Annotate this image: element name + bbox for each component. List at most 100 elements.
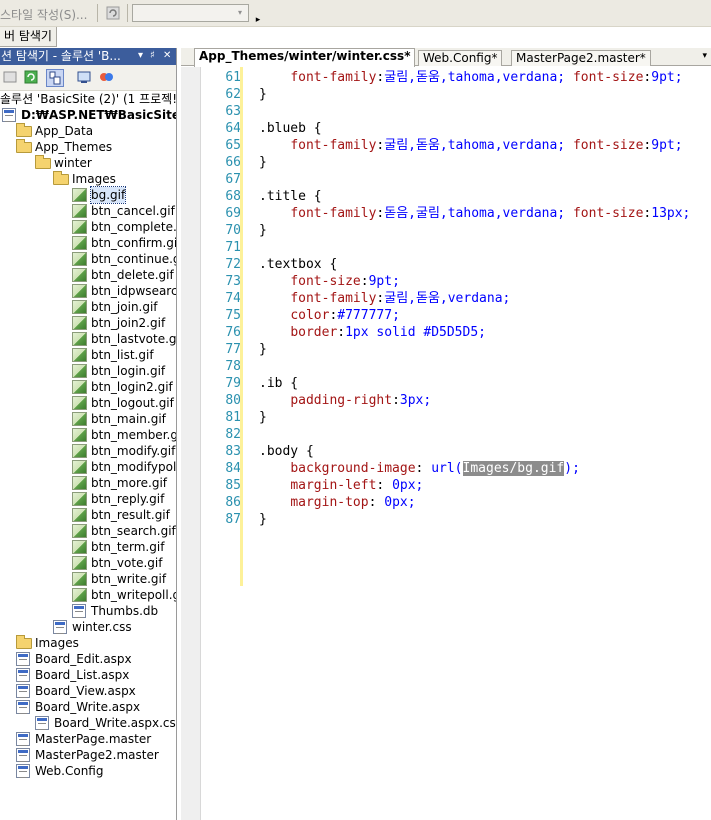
tree-item-label: App_Data [35,124,94,138]
copy-website-button[interactable] [76,69,94,87]
code-line[interactable]: } [259,222,267,239]
tab-web-config[interactable]: Web.Config* [418,50,503,66]
image-file-icon [72,252,88,266]
tree-item-label: bg.gif [89,186,127,204]
line-number: 68 [225,189,241,204]
line-number: 78 [225,359,241,374]
indicator-margin [181,67,201,820]
copy-website-icon [77,71,91,83]
line-number: 64 [225,121,241,136]
line-number: 87 [225,512,241,527]
image-file-icon [72,284,88,298]
code-line[interactable]: font-size:9pt; [259,273,400,290]
tree-item-label: btn_login2.gif [91,380,173,394]
cs-file-icon [35,716,51,730]
code-line[interactable]: font-family:돋음,굴림,tahoma,verdana; font-s… [259,205,690,222]
code-line[interactable]: .blueb { [259,120,322,137]
code-line[interactable]: font-family:굴림,돋움,verdana; [259,290,510,307]
line-number: 73 [225,274,241,289]
code-area[interactable]: font-family:굴림,돋움,tahoma,verdana; font-s… [259,67,711,820]
code-line[interactable]: .textbox { [259,256,337,273]
tree-item-label: btn_confirm.gif [91,236,177,250]
code-line[interactable]: } [259,511,267,528]
image-file-icon [72,188,88,202]
code-line[interactable]: } [259,409,267,426]
image-file-icon [72,492,88,506]
line-number: 66 [225,155,241,170]
show-all-files-button[interactable] [46,69,64,87]
code-line[interactable]: background-image: url(Images/bg.gif); [259,460,580,477]
solution-explorer-toolbar [0,65,176,91]
line-number: 61 [225,70,241,85]
code-line[interactable]: margin-left: 0px; [259,477,423,494]
toolbar-separator [97,4,98,22]
tree-item-label: winter.css [72,620,132,634]
tree-item-label: btn_join.gif [91,300,158,314]
code-line[interactable]: } [259,341,267,358]
code-line[interactable]: border:1px solid #D5D5D5; [259,324,486,341]
code-line[interactable]: } [259,86,267,103]
line-number: 80 [225,393,241,408]
refresh-icon [106,6,120,20]
tab-server-explorer[interactable]: 버 탐색기 [0,27,57,47]
toolbar-overflow-button[interactable]: ▸ [253,14,263,26]
folder-icon [16,123,32,138]
tree-item-label: Images [35,636,79,650]
tab-winter-css[interactable]: App_Themes/winter/winter.css* [194,48,416,67]
line-number: 74 [225,291,241,306]
image-file-icon [72,348,88,362]
image-file-icon [72,428,88,442]
tree-item-label: btn_main.gif [91,412,166,426]
pin-icon[interactable]: ♯ [150,48,155,64]
line-number: 84 [225,461,241,476]
close-icon[interactable]: ✕ [163,48,171,64]
image-file-icon [72,556,88,570]
tree-item-label: btn_cancel.gif [91,204,175,218]
chevron-down-icon[interactable]: ▾ [702,51,707,61]
style-builder-menu[interactable]: 스타일 작성(S)... [0,6,87,23]
line-number: 86 [225,495,241,510]
project-icon [2,108,18,122]
folder-icon [16,635,32,650]
line-number: 85 [225,478,241,493]
tree-item-label: btn_reply.gif [91,492,165,506]
tree-item-label: winter [54,156,92,170]
code-line[interactable]: } [259,154,267,171]
folder-open-icon [53,171,69,186]
image-file-icon [72,444,88,458]
tab-masterpage2[interactable]: MasterPage2.master* [511,50,651,66]
tree-item-label: btn_continue.gi [91,252,177,266]
style-combo[interactable]: ▾ [132,4,249,22]
asp-net-config-icon [100,73,113,81]
code-line[interactable]: .ib { [259,375,298,392]
tree-item-label: MasterPage.master [35,732,152,746]
tree-item-label: btn_join2.gif [91,316,166,330]
window-position-icon[interactable]: ▾ [138,48,143,64]
master-file-icon [16,748,32,762]
folder-icon [35,155,51,170]
line-number: 82 [225,427,241,442]
image-file-icon [72,364,88,378]
refresh-icon [24,70,38,84]
solution-explorer-title-bar: 션 탐색기 - 솔루션 'B... ▾ ♯ ✕ [0,48,176,65]
image-file-icon [72,300,88,314]
tree-item-label: Thumbs.db [91,604,159,618]
image-file-icon [72,396,88,410]
solution-explorer-title: 션 탐색기 - 솔루션 'B... [1,49,121,63]
code-line[interactable]: font-family:굴림,돋움,tahoma,verdana; font-s… [259,69,682,86]
code-line[interactable]: font-family:굴림,돋움,tahoma,verdana; font-s… [259,137,682,154]
code-line[interactable]: color:#777777; [259,307,400,324]
refresh-button[interactable] [23,69,41,87]
code-line[interactable]: .title { [259,188,322,205]
properties-button[interactable] [2,69,20,87]
line-number: 72 [225,257,241,272]
aspx-file-icon [16,684,32,698]
tree-item-label: Board_List.aspx [35,668,130,682]
code-line[interactable]: .body { [259,443,314,460]
code-line[interactable]: padding-right:3px; [259,392,431,409]
tree-item-label: btn_login.gif [91,364,166,378]
code-line[interactable]: margin-top: 0px; [259,494,415,511]
line-number: 70 [225,223,241,238]
asp-net-configuration-button[interactable] [98,69,116,87]
toolbar-refresh-button[interactable] [104,4,122,22]
